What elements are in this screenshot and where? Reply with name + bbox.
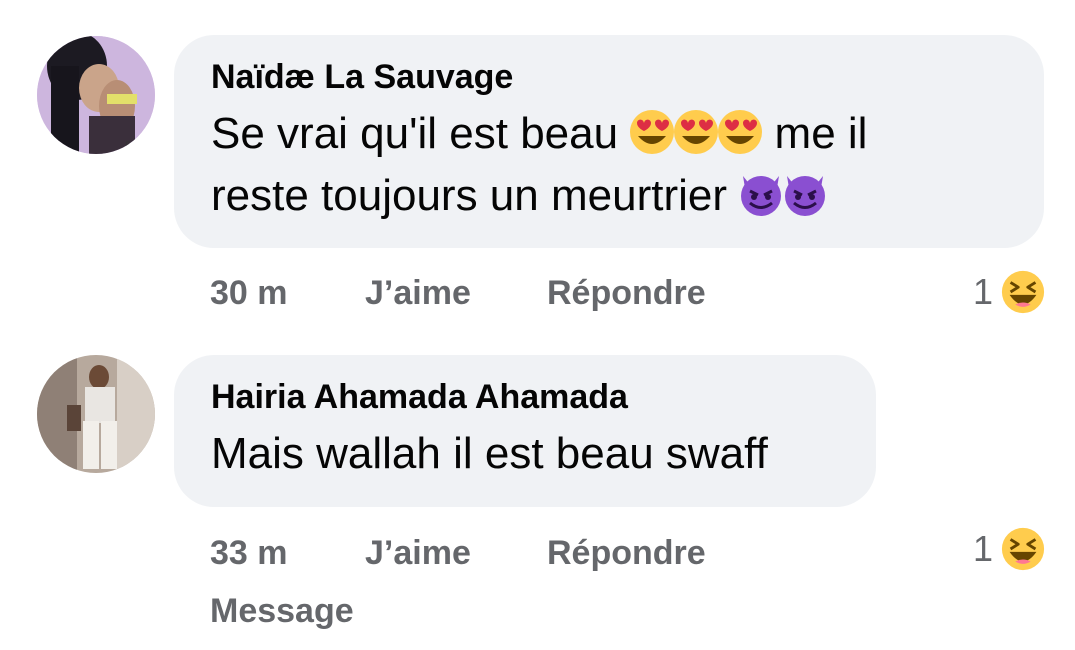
comment-author[interactable]: Hairia Ahamada Ahamada	[211, 377, 840, 417]
comment-text-part: reste toujours un meurtrier	[211, 171, 740, 220]
comment-time: 33 m	[210, 533, 288, 572]
like-button[interactable]: J’aime	[365, 274, 547, 313]
reaction-count: 1	[972, 528, 993, 569]
svg-text:Fuc: Fuc	[125, 141, 140, 151]
comment-bubble: Naïdæ La Sauvage Se vrai qu'il est beau …	[174, 35, 1044, 248]
reply-button[interactable]: Répondre	[547, 274, 706, 313]
laughing-emoji-icon	[999, 525, 1047, 573]
comment-text-part: me il	[762, 109, 868, 158]
reaction-count: 1	[972, 271, 993, 312]
comment-actions: 33 m J’aime Répondre	[210, 531, 706, 575]
like-button[interactable]: J’aime	[365, 534, 547, 573]
smiling-devil-emoji	[781, 170, 829, 218]
comment-text-part: Se vrai qu'il est beau	[211, 109, 631, 158]
reply-button[interactable]: Répondre	[547, 534, 706, 573]
reaction-summary[interactable]: 1	[973, 267, 1047, 317]
comment-actions: 30 m J’aime Répondre	[210, 271, 706, 315]
avatar[interactable]	[37, 355, 155, 473]
heart-eyes-emoji	[672, 108, 720, 156]
comment-bubble: Hairia Ahamada Ahamada Mais wallah il es…	[174, 355, 876, 507]
smiling-devil-emoji	[737, 170, 785, 218]
comment-time: 30 m	[210, 273, 288, 312]
laughing-emoji-icon	[999, 268, 1047, 316]
reaction-summary[interactable]: 1	[973, 524, 1047, 574]
heart-eyes-emoji	[716, 108, 764, 156]
avatar[interactable]: Fuc	[37, 36, 155, 154]
comment-text: Mais wallah il est beau swaff	[211, 429, 768, 478]
message-button[interactable]: Message	[210, 592, 354, 631]
comment-thread: Fuc Naïdæ La Sauvage Se vrai qu'il est b…	[0, 0, 1075, 650]
comment-text: Se vrai qu'il est beau me il reste toujo…	[211, 103, 1008, 227]
heart-eyes-emoji	[628, 108, 676, 156]
comment-author[interactable]: Naïdæ La Sauvage	[211, 57, 1008, 97]
